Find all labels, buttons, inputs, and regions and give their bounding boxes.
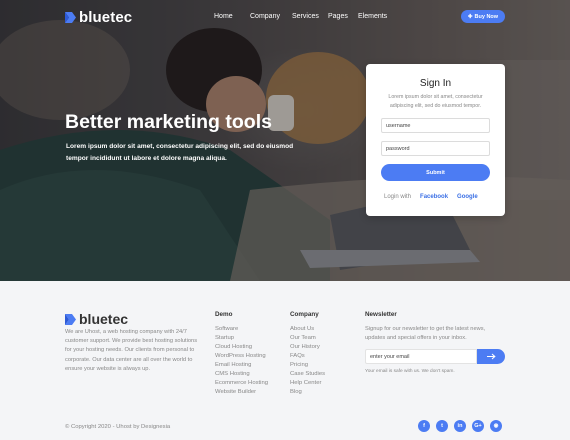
- footer-brand-name: bluetec: [79, 311, 129, 327]
- company-link[interactable]: Our Team: [290, 334, 325, 343]
- facebook-login-link[interactable]: Facebook: [420, 194, 448, 200]
- hero-title: Better marketing tools: [65, 111, 272, 133]
- login-with-label: Login with: [384, 194, 412, 200]
- company-link[interactable]: Case Studies: [290, 370, 325, 379]
- nav-link-home[interactable]: Home: [214, 13, 250, 20]
- sign-in-card: Sign In Lorem ipsum dolor sit amet, cons…: [366, 64, 505, 216]
- twitter-icon[interactable]: t: [436, 420, 448, 432]
- linkedin-icon[interactable]: in: [454, 420, 466, 432]
- rss-icon[interactable]: ◉: [490, 420, 502, 432]
- brand-name: bluetec: [79, 9, 133, 26]
- copyright-text: © Copyright 2020 - Uhost by Designesia: [65, 424, 171, 430]
- newsletter-form: enter your email: [365, 349, 505, 365]
- nav-link-company[interactable]: Company: [250, 13, 292, 20]
- demo-link[interactable]: Startup: [215, 334, 268, 343]
- logo-mark-icon: [65, 12, 76, 23]
- sign-in-title: Sign In: [419, 78, 452, 89]
- brand-logo[interactable]: bluetec: [65, 9, 132, 26]
- buy-now-label: Buy Now: [474, 13, 499, 20]
- footer-about-text: We are Uhost, a web hosting company with…: [65, 329, 198, 372]
- newsletter-submit-button[interactable]: [477, 349, 505, 365]
- nav-link-pages[interactable]: Pages: [328, 13, 358, 20]
- social-login: Login with Facebook Google: [384, 194, 478, 200]
- footer: bluetec We are Uhost, a web hosting comp…: [0, 281, 570, 440]
- company-link[interactable]: FAQs: [290, 352, 325, 361]
- footer-demo-column: Demo Software Startup Cloud Hosting Word…: [215, 311, 268, 397]
- footer-brand-logo[interactable]: bluetec: [65, 311, 128, 327]
- footer-company-column: Company About Us Our Team Our History FA…: [290, 311, 325, 397]
- google-login-link[interactable]: Google: [457, 194, 478, 200]
- newsletter-email-input[interactable]: enter your email: [365, 349, 477, 365]
- company-link[interactable]: Blog: [290, 388, 325, 397]
- sign-in-description: Lorem ipsum dolor sit amet, consectetur …: [388, 94, 483, 109]
- google-plus-icon[interactable]: G+: [472, 420, 484, 432]
- demo-link[interactable]: Ecommerce Hosting: [215, 379, 268, 388]
- username-field[interactable]: username: [381, 118, 490, 133]
- password-field[interactable]: password: [381, 141, 490, 156]
- newsletter-text: Signup for our newsletter to get the lat…: [365, 326, 486, 342]
- buy-now-button[interactable]: ✚ Buy Now: [461, 10, 505, 23]
- newsletter-heading: Newsletter: [365, 311, 397, 318]
- demo-link[interactable]: Email Hosting: [215, 361, 268, 370]
- demo-heading: Demo: [215, 311, 233, 318]
- demo-link[interactable]: WordPress Hosting: [215, 352, 268, 361]
- company-link[interactable]: Our History: [290, 343, 325, 352]
- demo-link[interactable]: Software: [215, 325, 268, 334]
- demo-link[interactable]: Cloud Hosting: [215, 343, 268, 352]
- demo-link[interactable]: Website Builder: [215, 388, 268, 397]
- facebook-icon[interactable]: f: [418, 420, 430, 432]
- cart-icon: ✚: [467, 13, 473, 20]
- nav-menu: Home Company Services Pages Elements: [214, 13, 387, 20]
- nav-link-elements[interactable]: Elements: [358, 13, 387, 20]
- arrow-right-icon: [486, 353, 496, 360]
- hero-subtitle: Lorem ipsum dolor sit amet, consectetur …: [66, 143, 294, 162]
- hero-section: bluetec Home Company Services Pages Elem…: [0, 0, 570, 281]
- company-link[interactable]: About Us: [290, 325, 325, 334]
- company-link[interactable]: Help Center: [290, 379, 325, 388]
- social-links: f t in G+ ◉: [418, 420, 502, 432]
- logo-mark-icon: [65, 313, 76, 325]
- top-navbar: bluetec Home Company Services Pages Elem…: [0, 0, 570, 34]
- submit-button[interactable]: Submit: [381, 164, 490, 181]
- newsletter-note: Your email is safe with us. We don't spa…: [365, 369, 455, 375]
- demo-link[interactable]: CMS Hosting: [215, 370, 268, 379]
- company-heading: Company: [290, 311, 319, 318]
- footer-newsletter-column: Newsletter Signup for our newsletter to …: [365, 311, 505, 374]
- company-link[interactable]: Pricing: [290, 361, 325, 370]
- nav-link-services[interactable]: Services: [292, 13, 328, 20]
